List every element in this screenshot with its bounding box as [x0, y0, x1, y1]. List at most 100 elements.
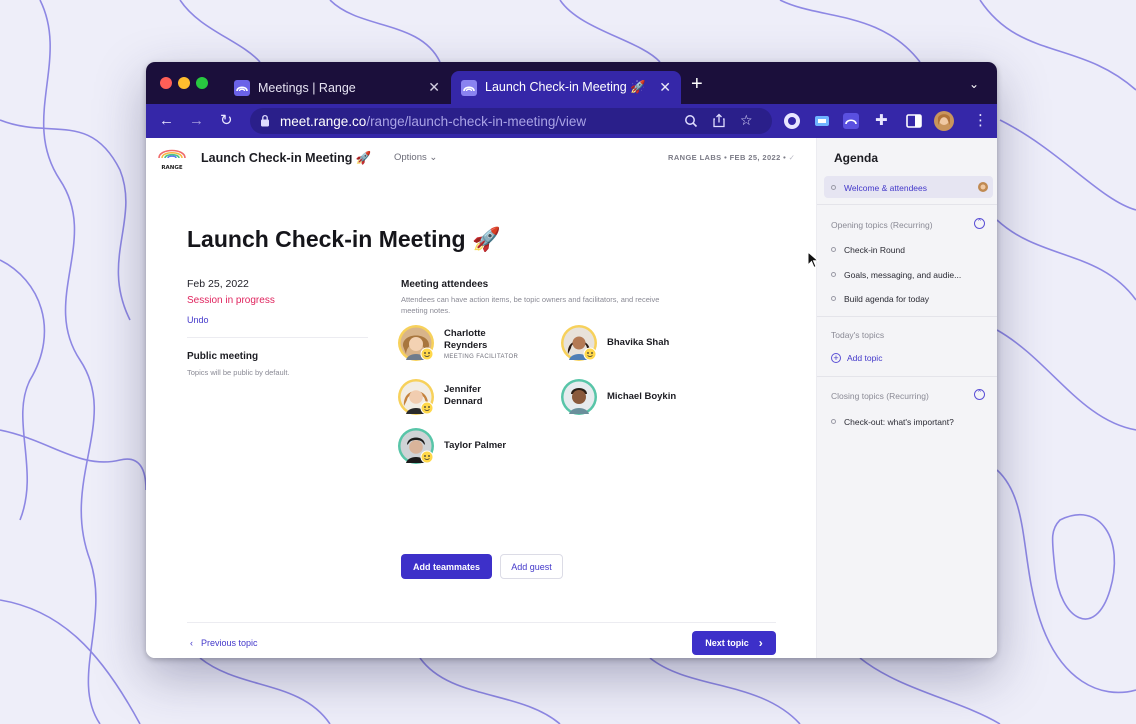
- plus-circle-icon: +: [831, 353, 841, 363]
- avatar: [561, 325, 597, 361]
- attendee-card[interactable]: Michael Boykin: [560, 378, 730, 418]
- url-path: /range/launch-check-in-meeting/view: [366, 113, 587, 129]
- lock-icon: [261, 114, 269, 127]
- chevron-left-icon: ‹: [190, 638, 193, 648]
- session-status: Session in progress: [187, 295, 275, 306]
- avatar: [561, 379, 597, 415]
- search-icon[interactable]: [684, 114, 698, 128]
- range-favicon-icon: [461, 79, 477, 96]
- agenda-separator: [817, 204, 997, 205]
- bookmark-star-icon[interactable]: ☆: [740, 112, 753, 129]
- previous-topic-link[interactable]: ‹ Previous topic: [190, 638, 258, 648]
- profile-avatar[interactable]: [934, 111, 954, 131]
- options-dropdown[interactable]: Options ⌄: [394, 152, 437, 163]
- attendee-card[interactable]: Taylor Palmer: [397, 427, 567, 467]
- public-meeting-title: Public meeting: [187, 351, 259, 362]
- tab-title: Launch Check-in Meeting 🚀: [485, 80, 646, 94]
- reload-icon[interactable]: ↻: [220, 112, 233, 130]
- range-favicon-icon: [234, 79, 250, 96]
- account-extension-icon[interactable]: [783, 112, 801, 130]
- agenda-dot-icon: [831, 185, 836, 190]
- public-meeting-description: Topics will be public by default.: [187, 368, 290, 377]
- browser-window: Meetings | Range ✕ Launch Check-in Meeti…: [146, 62, 997, 658]
- chevron-down-icon: ⌄: [429, 152, 438, 163]
- agenda-title: Agenda: [834, 151, 879, 165]
- attendee-name: Bhavika Shah: [607, 337, 670, 348]
- agenda-dot-icon: [831, 247, 836, 252]
- range-logo[interactable]: RANGE: [156, 144, 188, 172]
- tab-title: Meetings | Range: [258, 80, 356, 95]
- add-guest-button[interactable]: Add guest: [500, 554, 563, 579]
- meeting-title-header: Launch Check-in Meeting 🚀: [201, 151, 372, 165]
- agenda-section-opening: Opening topics (Recurring): [831, 220, 933, 230]
- add-teammates-button[interactable]: Add teammates: [401, 554, 492, 579]
- chevron-right-icon: ›: [758, 636, 763, 650]
- puzzle-extensions-icon[interactable]: ✚: [875, 112, 888, 130]
- next-topic-button[interactable]: Next topic ›: [692, 631, 776, 655]
- logo-wordmark: RANGE: [161, 165, 183, 171]
- agenda-item[interactable]: Check-in Round: [831, 245, 905, 255]
- new-tab-icon[interactable]: +: [691, 74, 703, 94]
- add-topic-button[interactable]: + Add topic: [831, 353, 882, 363]
- agenda-item[interactable]: Build agenda for today: [831, 294, 929, 304]
- attendee-name: Michael Boykin: [607, 391, 677, 402]
- attendee-card[interactable]: Bhavika Shah: [560, 324, 730, 364]
- tab-meetings[interactable]: Meetings | Range ✕: [224, 71, 450, 104]
- agenda-item[interactable]: Check-out: what's important?: [831, 417, 954, 427]
- range-extension-icon[interactable]: [842, 112, 860, 130]
- close-tab-icon[interactable]: ✕: [428, 79, 440, 96]
- agenda-dot-icon: [831, 272, 836, 277]
- meeting-meta: RANGE LABS • FEB 25, 2022 • ✓: [668, 153, 795, 162]
- share-icon[interactable]: [712, 113, 726, 128]
- footer-divider: [187, 622, 776, 623]
- agenda-separator: [817, 376, 997, 377]
- browser-toolbar: ← → ↻ meet.range.co/range/launch-check-i…: [146, 104, 997, 138]
- attendee-name: Jennifer Dennard: [444, 384, 483, 408]
- avatar: [398, 379, 434, 415]
- tab-strip: Meetings | Range ✕ Launch Check-in Meeti…: [146, 62, 997, 104]
- attendee-name-line1: Jennifer: [444, 384, 481, 395]
- close-tab-icon[interactable]: ✕: [659, 79, 671, 96]
- attendee-name-line2: Reynders: [444, 340, 488, 351]
- back-arrow-icon[interactable]: ←: [159, 112, 174, 130]
- next-topic-label: Next topic: [705, 638, 749, 648]
- agenda-section-today: Today's topics: [831, 330, 885, 340]
- close-window-button[interactable]: [160, 77, 172, 89]
- tab-search-chevron-icon[interactable]: ⌄: [969, 77, 979, 91]
- browser-menu-icon[interactable]: ⋮: [973, 112, 988, 130]
- maximize-window-button[interactable]: [196, 77, 208, 89]
- avatar: [398, 428, 434, 464]
- page-title: Launch Check-in Meeting 🚀: [187, 226, 501, 252]
- attendee-card[interactable]: Jennifer Dennard: [397, 378, 567, 418]
- agenda-sidebar: Agenda Welcome & attendees Opening topic…: [816, 138, 997, 658]
- avatar: [398, 325, 434, 361]
- meeting-date: Feb 25, 2022: [187, 278, 249, 290]
- attendees-description: Attendees can have action items, be topi…: [401, 295, 660, 315]
- collapse-icon[interactable]: ⌃: [974, 389, 985, 400]
- mouse-cursor-icon: [807, 251, 819, 269]
- previous-topic-label: Previous topic: [201, 638, 258, 648]
- minimize-window-button[interactable]: [178, 77, 190, 89]
- screen-share-extension-icon[interactable]: [813, 112, 831, 130]
- attendee-name: Taylor Palmer: [444, 440, 507, 451]
- address-bar[interactable]: meet.range.co/range/launch-check-in-meet…: [250, 108, 772, 134]
- agenda-separator: [817, 316, 997, 317]
- options-label: Options: [394, 152, 427, 163]
- divider: [187, 337, 368, 338]
- owner-avatar: [978, 182, 988, 192]
- agenda-section-closing: Closing topics (Recurring): [831, 391, 929, 401]
- tab-launch-check-in[interactable]: Launch Check-in Meeting 🚀 ✕: [451, 71, 681, 104]
- attendee-card[interactable]: Charlotte Reynders MEETING FACILITATOR: [397, 324, 567, 364]
- agenda-item[interactable]: Goals, messaging, and audie...: [831, 270, 961, 280]
- attendee-name: Charlotte Reynders: [444, 328, 487, 352]
- check-icon: ✓: [788, 153, 796, 162]
- forward-arrow-icon[interactable]: →: [189, 112, 204, 130]
- agenda-item[interactable]: Welcome & attendees: [831, 183, 927, 193]
- agenda-dot-icon: [831, 296, 836, 301]
- meeting-meta-text: RANGE LABS • FEB 25, 2022 •: [668, 153, 787, 162]
- collapse-icon[interactable]: ⌃: [974, 218, 985, 229]
- undo-link[interactable]: Undo: [187, 315, 209, 325]
- attendee-name-line2: Dennard: [444, 396, 483, 407]
- side-panel-icon[interactable]: [905, 112, 923, 130]
- agenda-item-label: Check-out: what's important?: [844, 417, 954, 427]
